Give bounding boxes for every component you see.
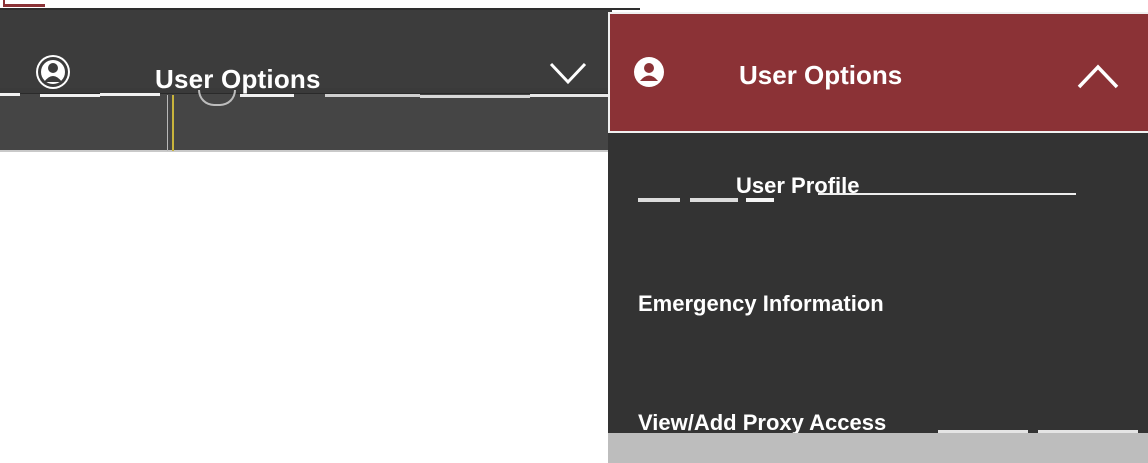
user-icon <box>634 57 664 87</box>
menu-item-label: User Profile <box>736 173 860 194</box>
menu-item-label: Emergency Information <box>638 291 884 316</box>
chevron-up-icon[interactable] <box>1076 62 1120 90</box>
menu-item-label: View/Add Proxy Access <box>638 410 887 435</box>
corner-mark <box>0 0 54 8</box>
menu-title: User Options <box>739 60 903 90</box>
menu-item-emergency-information[interactable]: Emergency Information <box>608 287 1148 347</box>
menu-item-user-profile[interactable]: User Profile <box>608 170 1148 210</box>
user-icon <box>36 55 70 89</box>
dropdown-footer <box>608 433 1148 463</box>
user-options-dropdown: User Options User Profile Emergency Info… <box>608 12 1148 463</box>
render-artifact <box>0 90 612 100</box>
menu-item-view-add-proxy-access[interactable]: View/Add Proxy Access <box>608 402 1148 436</box>
divider <box>172 95 174 151</box>
user-options-header[interactable]: User Options <box>608 12 1148 133</box>
chevron-down-icon[interactable] <box>548 60 588 86</box>
divider <box>167 95 168 151</box>
